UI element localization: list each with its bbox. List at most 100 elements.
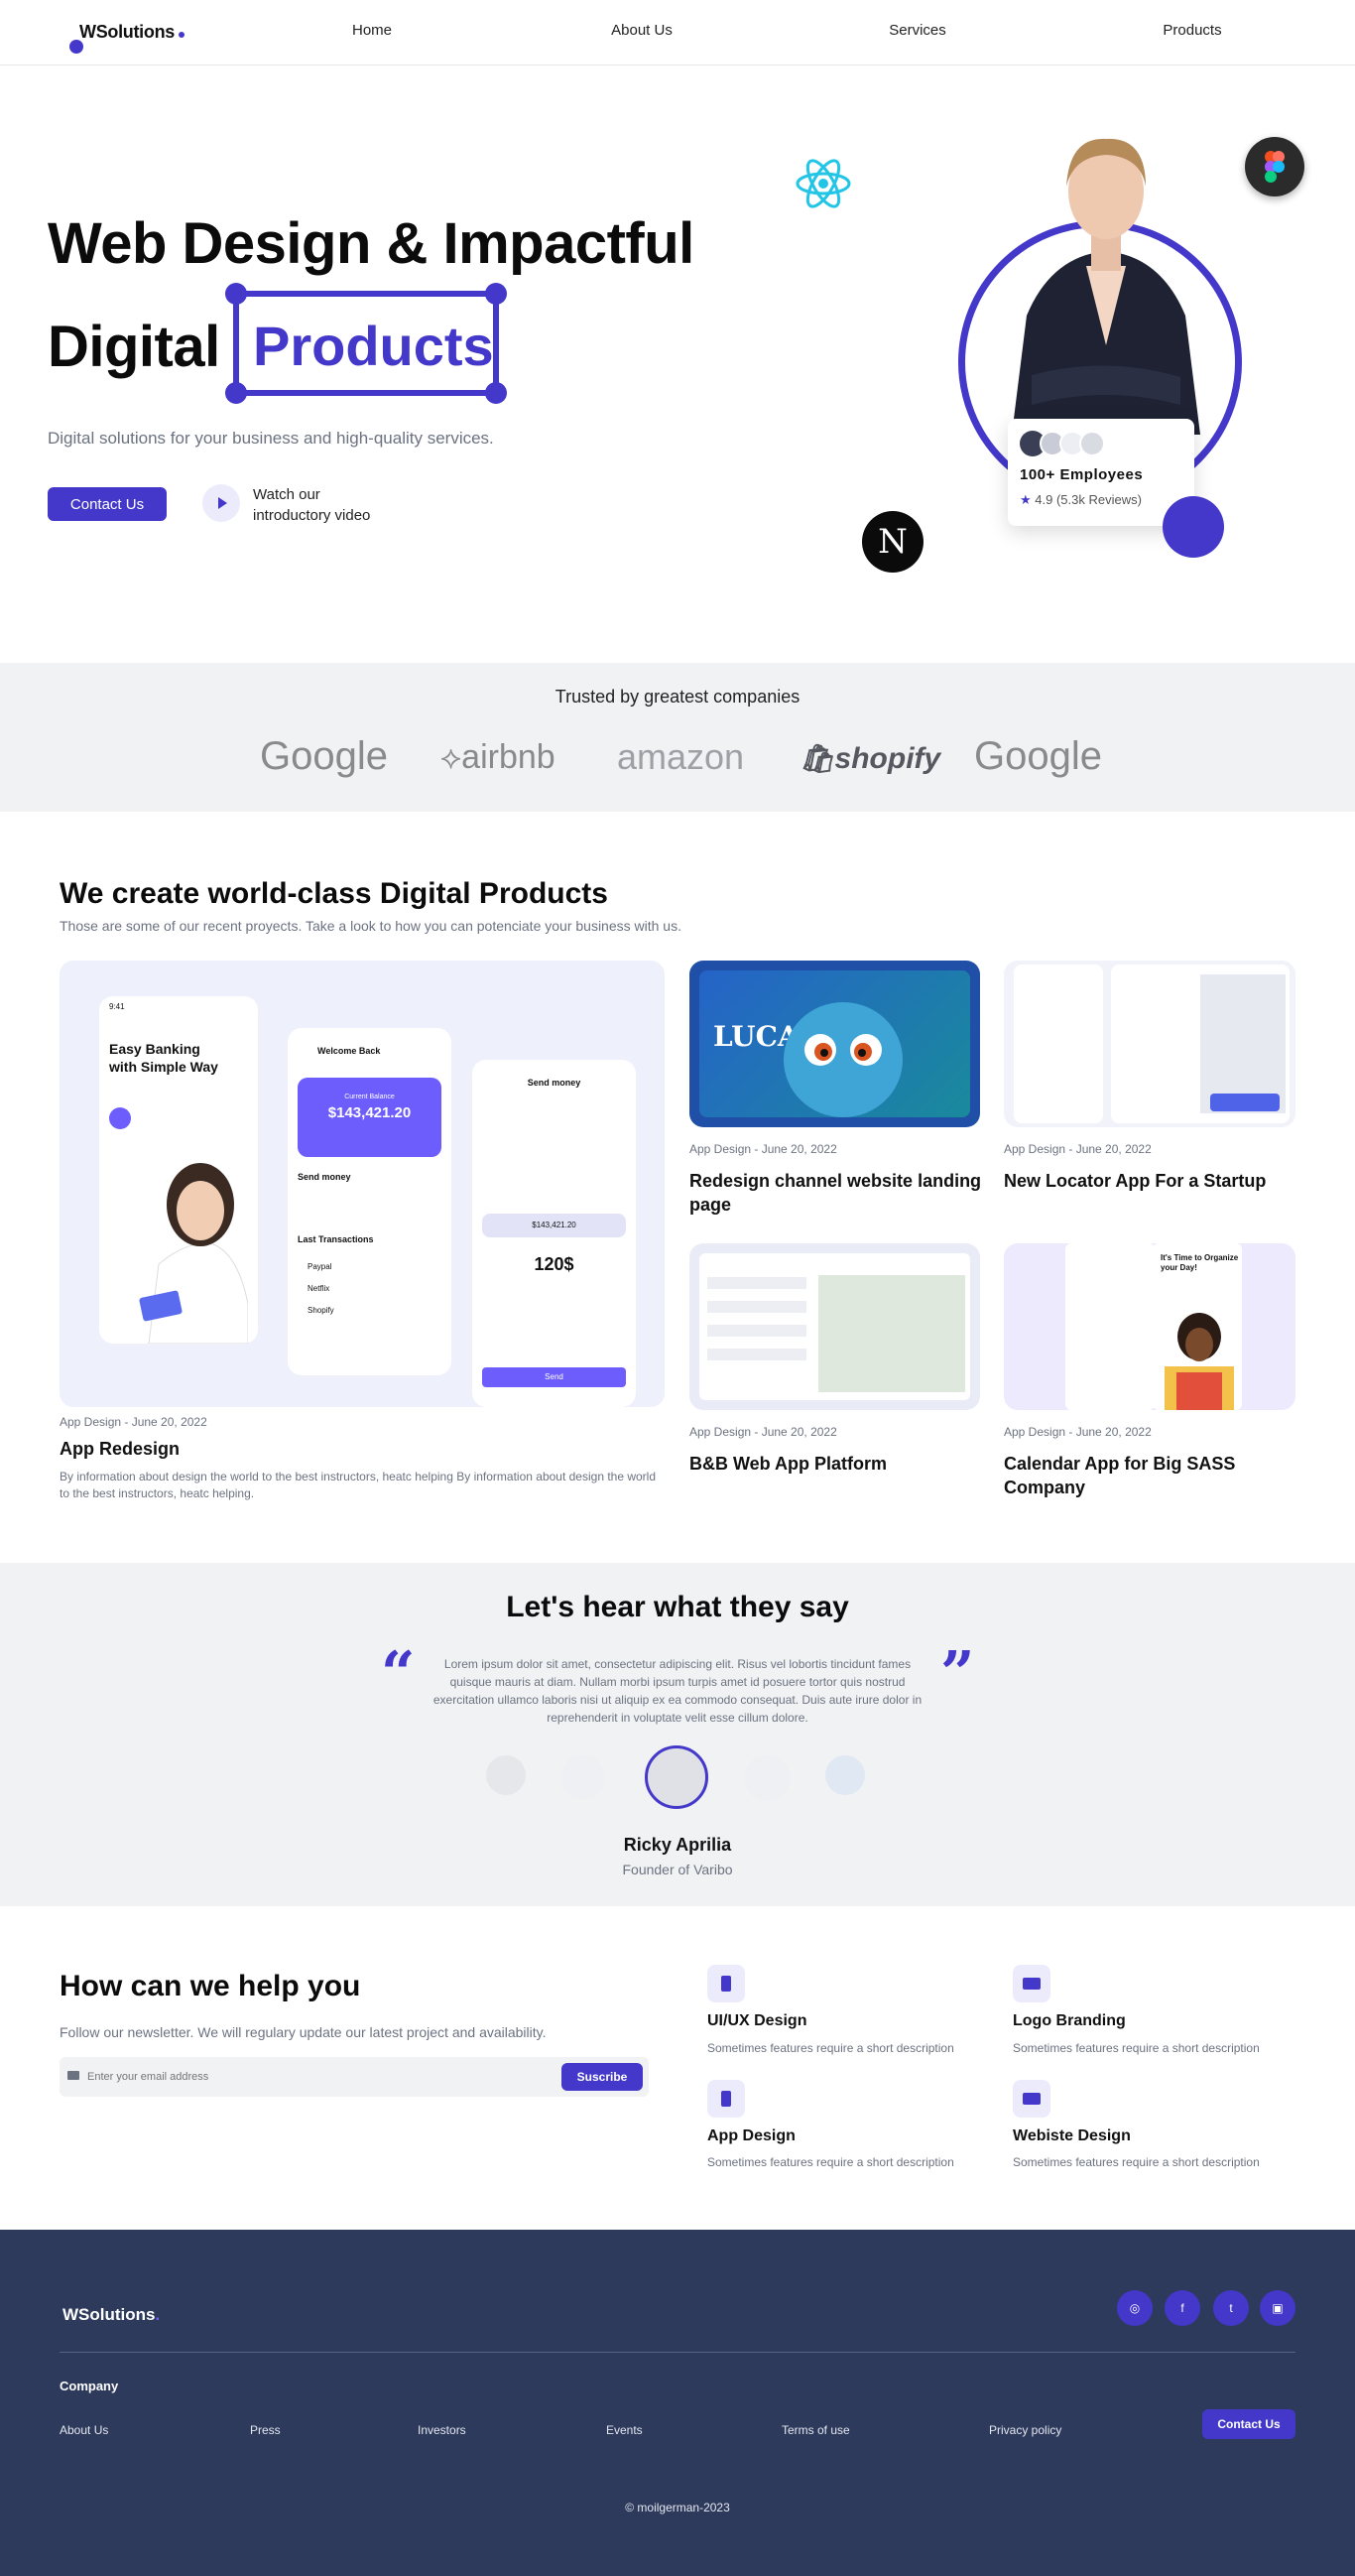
top-nav: WSolutions Home About Us Services Produc… — [0, 0, 1355, 65]
app-design-icon — [707, 2080, 745, 2118]
airbnb-icon: ⟡ — [440, 739, 462, 775]
card-meta-2: App Design - June 20, 2022 — [1004, 1142, 1152, 1156]
react-icon — [796, 159, 851, 208]
footer-link-about[interactable]: About Us — [60, 2423, 108, 2437]
phone-mock-1: 9:41 Easy Banking with Simple Way — [99, 996, 258, 1344]
brand-shopify: 🛍shopify — [800, 742, 941, 775]
website-design-icon — [1013, 2080, 1050, 2118]
newsletter-form: Suscribe — [60, 2057, 649, 2097]
service-desc-3: Sometimes features require a short descr… — [707, 2155, 954, 2169]
accent-circle — [1163, 496, 1224, 558]
twitch-icon[interactable]: ▣ — [1260, 2290, 1295, 2326]
avatar-1[interactable] — [486, 1755, 526, 1795]
card-title-3[interactable]: B&B Web App Platform — [689, 1452, 987, 1476]
logo-dot-small — [179, 32, 185, 38]
nav-services[interactable]: Services — [889, 22, 946, 39]
service-title-1[interactable]: UI/UX Design — [707, 2012, 806, 2030]
quote-close-icon: ” — [940, 1639, 975, 1709]
featured-title[interactable]: App Redesign — [60, 1437, 180, 1461]
card-image-luca[interactable]: LUCA — [689, 961, 980, 1127]
rating-row: ★ 4.9 (5.3k Reviews) — [1020, 492, 1142, 508]
brand-airbnb: ⟡airbnb — [440, 738, 555, 776]
service-desc-2: Sometimes features require a short descr… — [1013, 2041, 1260, 2055]
service-title-4[interactable]: Webiste Design — [1013, 2127, 1131, 2145]
card-title-4[interactable]: Calendar App for Big SASS Company — [1004, 1452, 1301, 1499]
testimonial-quote: Lorem ipsum dolor sit amet, consectetur … — [432, 1657, 923, 1725]
footer-link-terms[interactable]: Terms of use — [782, 2423, 850, 2437]
footer-divider — [60, 2352, 1295, 2353]
brand-google: Google — [260, 734, 388, 778]
phone-mock-3: Send money $143,421.20 120$ Send — [472, 1060, 636, 1407]
service-desc-1: Sometimes features require a short descr… — [707, 2041, 954, 2055]
play-icon — [218, 497, 227, 509]
card-meta-3: App Design - June 20, 2022 — [689, 1425, 837, 1439]
footer-link-investors[interactable]: Investors — [418, 2423, 466, 2437]
avatar-5[interactable] — [825, 1755, 865, 1795]
uiux-icon — [707, 1965, 745, 2002]
testimonials-title: Let's hear what they say — [506, 1591, 849, 1623]
footer-link-press[interactable]: Press — [250, 2423, 281, 2437]
nav-home[interactable]: Home — [352, 22, 392, 39]
figma-icon — [1245, 137, 1304, 196]
mock-balance: $143,421.20 — [327, 1104, 412, 1121]
subscribe-button[interactable]: Suscribe — [561, 2063, 643, 2091]
service-title-3[interactable]: App Design — [707, 2127, 796, 2145]
video-label[interactable]: Watch our introductory video — [253, 484, 402, 526]
card-title-1[interactable]: Redesign channel website landing page — [689, 1169, 987, 1217]
card-meta-1: App Design - June 20, 2022 — [689, 1142, 837, 1156]
logo-branding-icon — [1013, 1965, 1050, 2002]
help-subtitle: Follow our newsletter. We will regulary … — [60, 2024, 547, 2040]
footer-company-heading: Company — [60, 2379, 119, 2393]
testimonial-name: Ricky Aprilia — [623, 1835, 732, 1855]
avatar-4[interactable] — [744, 1755, 790, 1801]
footer-logo[interactable]: WSolutions. — [62, 2305, 160, 2325]
avatar-3-active[interactable] — [645, 1745, 708, 1809]
card-title-2[interactable]: New Locator App For a Startup — [1004, 1169, 1301, 1193]
nav-about-us[interactable]: About Us — [611, 22, 673, 39]
logo[interactable]: WSolutions — [69, 20, 208, 54]
help-title: How can we help you — [60, 1970, 361, 2002]
card-image-calendar[interactable]: It's Time to Organize your Day! — [1004, 1243, 1295, 1410]
nextjs-icon: N — [862, 511, 924, 573]
star-icon: ★ — [1020, 492, 1032, 507]
facebook-icon[interactable]: f — [1165, 2290, 1200, 2326]
employee-avatars — [1020, 431, 1109, 456]
featured-desc: By information about design the world to… — [60, 1470, 657, 1500]
mail-icon — [67, 2071, 79, 2080]
card-image-locator[interactable] — [1004, 961, 1295, 1127]
footer-link-events[interactable]: Events — [606, 2423, 643, 2437]
service-desc-4: Sometimes features require a short descr… — [1013, 2155, 1260, 2169]
trusted-title: Trusted by greatest companies — [554, 687, 801, 707]
play-video-button[interactable] — [202, 484, 240, 522]
featured-meta: App Design - June 20, 2022 — [60, 1415, 207, 1429]
shopify-icon: 🛍 — [800, 743, 835, 774]
copyright: © moilgerman-2023 — [625, 2501, 730, 2514]
email-input[interactable] — [87, 2065, 514, 2089]
hero-subtitle: Digital solutions for your business and … — [48, 429, 494, 448]
hero-person-image — [1012, 138, 1200, 435]
footer-contact-button[interactable]: Contact Us — [1202, 2409, 1295, 2439]
brand-google-2: Google — [974, 734, 1102, 778]
testimonial-role: Founder of Varibo — [622, 1862, 733, 1877]
employees-count: 100+ Employees — [1020, 466, 1144, 483]
hero-title-line2: Digital — [48, 315, 220, 379]
instagram-icon[interactable]: ◎ — [1117, 2290, 1153, 2326]
mock-amount: 120$ — [534, 1254, 574, 1274]
featured-card-image[interactable]: 9:41 Easy Banking with Simple Way Welcom… — [60, 961, 665, 1407]
hero-contact-button[interactable]: Contact Us — [48, 487, 167, 521]
phone-mock-2: Welcome Back Current Balance $143,421.20… — [288, 1028, 451, 1375]
avatar-2[interactable] — [561, 1755, 605, 1799]
products-title: We create world-class Digital Products — [60, 877, 608, 910]
rating-text: 4.9 (5.3k Reviews) — [1035, 492, 1142, 507]
twitter-icon[interactable]: t — [1213, 2290, 1249, 2326]
card-meta-4: App Design - June 20, 2022 — [1004, 1425, 1152, 1439]
footer-link-privacy[interactable]: Privacy policy — [989, 2423, 1061, 2437]
card-image-bnb[interactable] — [689, 1243, 980, 1410]
service-title-2[interactable]: Logo Branding — [1013, 2012, 1126, 2030]
footer — [0, 2230, 1355, 2576]
products-subtitle: Those are some of our recent proyects. T… — [60, 918, 681, 934]
nav-products[interactable]: Products — [1163, 22, 1221, 39]
hero-title-line1: Web Design & Impactful — [48, 211, 694, 276]
hero-title-highlight: Products — [253, 315, 494, 377]
brand-amazon: amazon — [617, 736, 745, 777]
